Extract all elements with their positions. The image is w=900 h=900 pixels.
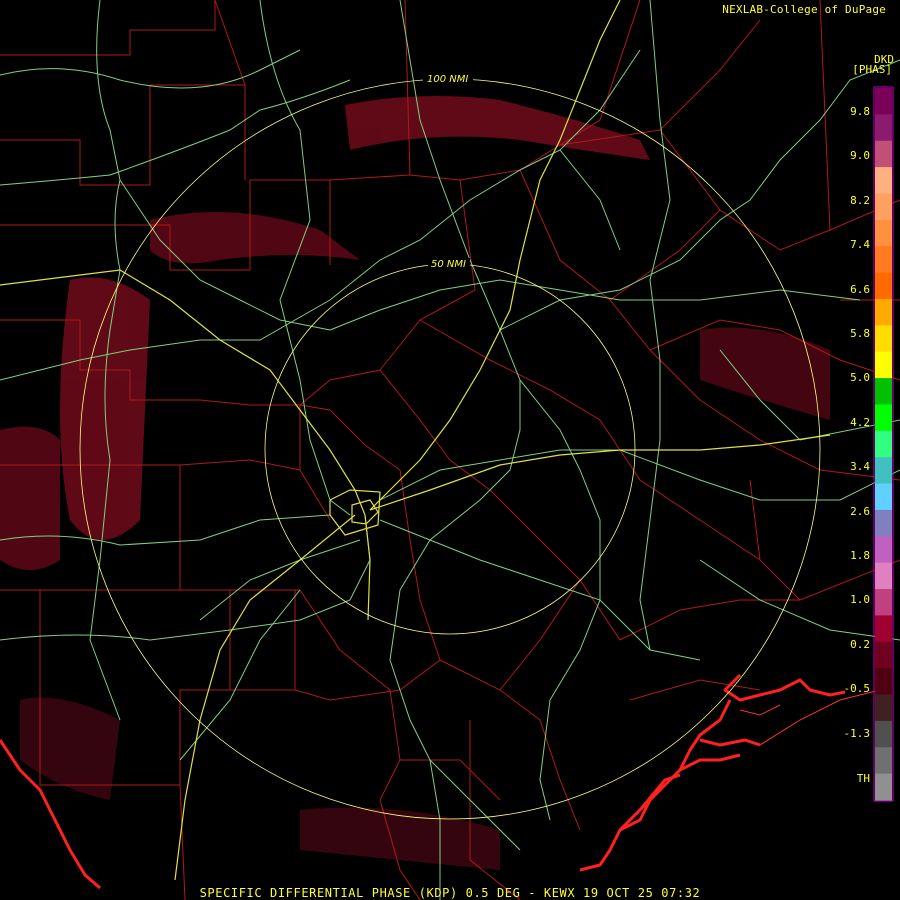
echo-northwest	[150, 212, 360, 264]
legend-swatch	[875, 378, 892, 405]
legend-swatch	[875, 668, 892, 696]
legend-tick-label: -0.5	[843, 682, 871, 696]
legend-swatch	[875, 167, 892, 194]
legend-swatch	[875, 615, 892, 643]
legend-swatch	[875, 298, 892, 326]
legend-tick-label: -1.3	[843, 726, 871, 740]
echo-north	[345, 96, 650, 160]
legend-swatch	[875, 351, 892, 379]
legend-swatch	[875, 272, 892, 300]
product-unit: [PHAS]	[852, 63, 892, 76]
product-footer: SPECIFIC DIFFERENTIAL PHASE (KDP) 0.5 DE…	[199, 886, 701, 900]
echo-east	[700, 327, 830, 420]
legend-swatch	[875, 457, 892, 485]
legend-swatch	[875, 536, 892, 564]
legend-tick-label: 4.2	[850, 415, 870, 429]
legend-swatch	[875, 483, 892, 511]
legend-tick-label: 0.2	[850, 637, 870, 651]
legend-swatch	[875, 562, 892, 590]
range-ring-50	[264, 263, 636, 635]
color-legend-bar	[873, 86, 894, 802]
legend-swatch	[875, 325, 892, 353]
legend-swatch	[875, 589, 892, 616]
legend-tick-label: 1.8	[850, 549, 870, 562]
legend-tick-label: 9.8	[850, 105, 870, 118]
legend-swatch	[875, 747, 892, 775]
legend-swatch	[875, 509, 892, 537]
legend-tick-label: 5.0	[850, 371, 870, 385]
legend-swatch	[875, 114, 892, 142]
legend-tick-label: TH	[856, 772, 870, 785]
legend-swatch	[875, 246, 892, 274]
legend-swatch	[875, 219, 892, 247]
legend-swatch	[875, 193, 892, 221]
legend-swatch	[875, 720, 892, 748]
legend-tick-label: 7.4	[850, 238, 870, 252]
legend-tick-label: 3.4	[850, 460, 870, 474]
radar-map: 100 NMI 50 NMI	[0, 0, 900, 900]
legend-swatch	[875, 694, 892, 722]
range-ring-50-label: 50 NMI	[431, 259, 466, 270]
legend-tick-label: 9.0	[850, 149, 870, 163]
legend-swatch	[875, 430, 892, 458]
legend-swatch	[875, 404, 892, 432]
credit-text: NEXLAB-College of DuPage	[722, 3, 886, 16]
legend-swatch	[875, 140, 892, 168]
legend-swatch	[875, 773, 892, 801]
legend-tick-label: 5.8	[850, 327, 870, 340]
legend-swatch	[875, 641, 892, 669]
legend-tick-label: 6.6	[850, 282, 870, 296]
legend-tick-label: 2.6	[850, 504, 870, 518]
echo-far-west	[0, 426, 60, 570]
range-ring-100-label: 100 NMI	[427, 74, 468, 85]
legend-tick-label: 1.0	[850, 593, 870, 607]
legend-swatch	[875, 88, 892, 115]
legend-tick-label: 8.2	[850, 193, 870, 207]
